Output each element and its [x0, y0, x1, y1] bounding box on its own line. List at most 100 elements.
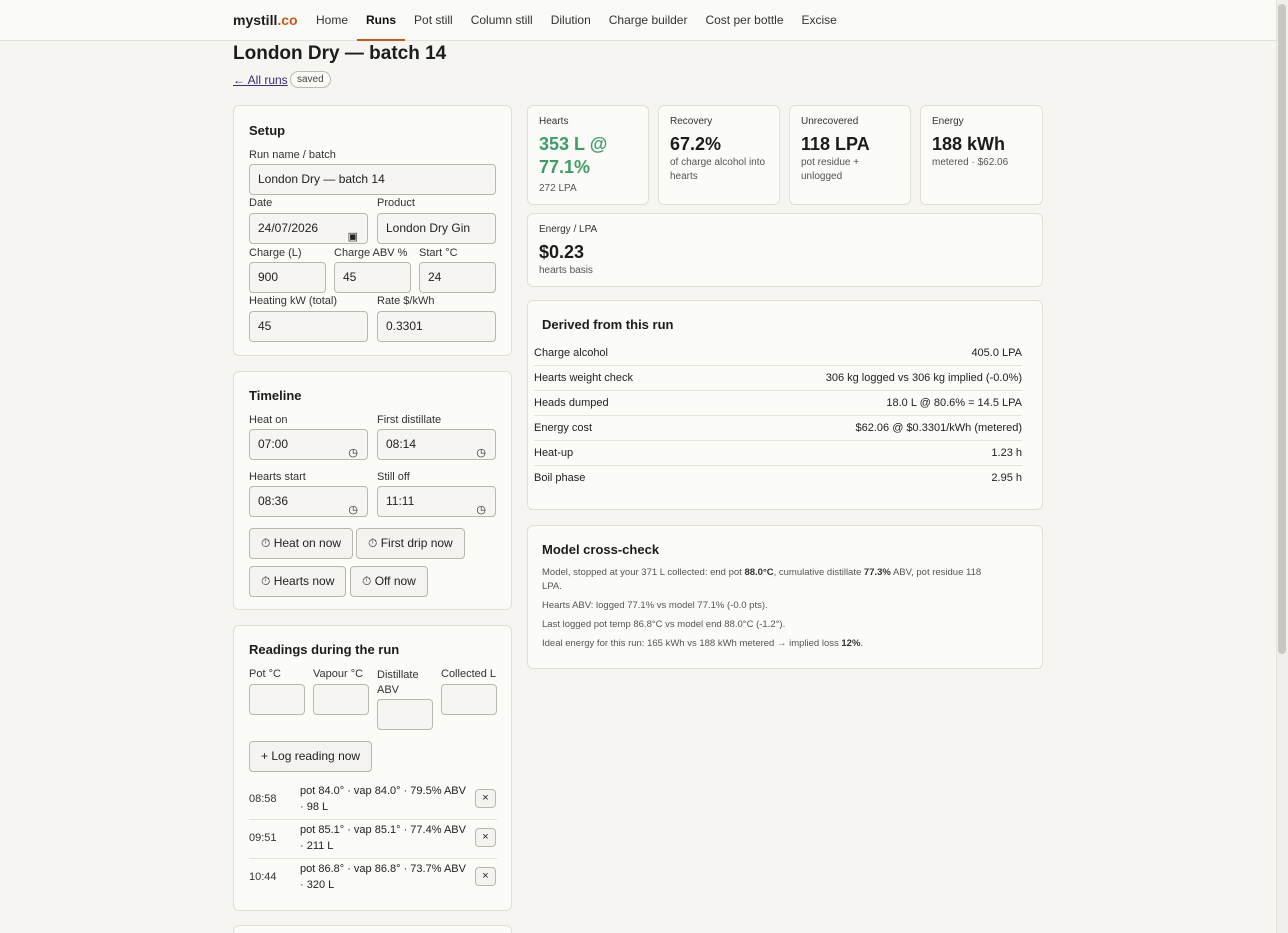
timeline-card: Timeline Heat on 07:00 ◷ First distillat…: [233, 371, 512, 610]
hearts-stat-sub: 272 LPA: [539, 183, 577, 194]
clock-icon[interactable]: ◷: [476, 496, 486, 525]
model-text: Model, stopped at your 371 L collected: …: [542, 567, 745, 578]
unrecovered-sub-line2: unlogged: [801, 171, 843, 182]
readings-card: Readings during the run Pot °C Vapour °C…: [233, 625, 512, 911]
hearts-start-value: 08:36: [258, 494, 289, 508]
date-label: Date: [249, 197, 273, 209]
date-input[interactable]: 24/07/2026 ▣: [249, 213, 368, 244]
off-now-button[interactable]: ⏱ Off now: [350, 566, 428, 597]
nav-excise[interactable]: Excise: [793, 0, 846, 40]
unrecovered-stat-card: Unrecovered 118 LPA pot residue + unlogge…: [789, 105, 911, 205]
page-scrollbar[interactable]: [1276, 0, 1288, 933]
energy-stat-label: Energy: [932, 116, 964, 127]
hearts-stat-value: 353 L @ 77.1%: [539, 133, 607, 179]
setup-card: Setup Run name / batch London Dry — batc…: [233, 105, 512, 356]
pot-c-input[interactable]: [249, 684, 305, 715]
charge-abv-label: Charge ABV %: [334, 247, 408, 259]
reading-text: pot 86.8° · vap 86.8° · 73.7% ABV · 320 …: [300, 863, 466, 891]
all-runs-link[interactable]: ← All runs: [233, 73, 288, 87]
rate-input[interactable]: 0.3301: [377, 311, 496, 342]
energy-per-lpa-card: Energy / LPA $0.23 hearts basis: [527, 213, 1043, 287]
vapour-c-input[interactable]: [313, 684, 369, 715]
run-name-label: Run name / batch: [249, 149, 336, 161]
nav-pot-still[interactable]: Pot still: [405, 0, 462, 40]
clock-icon[interactable]: ◷: [348, 439, 358, 468]
hearts-start-input[interactable]: 08:36 ◷: [249, 486, 368, 517]
energy-stat-value: 188 kWh: [932, 134, 1006, 154]
nav-dilution[interactable]: Dilution: [542, 0, 600, 40]
still-off-label: Still off: [377, 471, 410, 483]
heat-on-value: 07:00: [258, 437, 289, 451]
hearts-now-button[interactable]: ⏱ Hearts now: [249, 566, 347, 597]
derived-value: 18.0 L @ 80.6% = 14.5 LPA: [886, 397, 1022, 409]
row-divider: [249, 858, 497, 859]
start-c-input[interactable]: 24: [419, 262, 496, 293]
heating-kw-input[interactable]: 45: [249, 311, 368, 342]
derived-row-heat-up: Heat-up 1.23 h: [534, 441, 1022, 466]
product-label: Product: [377, 197, 415, 209]
energy-per-lpa-value: $0.23: [539, 242, 585, 262]
energy-per-lpa-sub: hearts basis: [539, 265, 593, 276]
nav-home[interactable]: Home: [316, 0, 357, 40]
still-off-input[interactable]: 11:11 ◷: [377, 486, 496, 517]
derived-row-energy-cost: Energy cost $62.06 @ $0.3301/kWh (metered…: [534, 416, 1022, 441]
row-divider: [249, 819, 497, 820]
hearts-start-label: Hearts start: [249, 471, 306, 483]
charge-abv-input[interactable]: 45: [334, 262, 411, 293]
readings-heading: Readings during the run: [249, 642, 400, 657]
model-text: Ideal energy for this run: 165 kWh vs 18…: [542, 638, 842, 649]
distillate-abv-label: Distillate ABV: [377, 668, 419, 698]
page-title: London Dry — batch 14: [233, 43, 447, 64]
recovery-stat-value: 67.2%: [670, 134, 722, 154]
model-implied-loss: 12%: [841, 638, 861, 649]
energy-per-lpa-label: Energy / LPA: [539, 224, 598, 235]
unrecovered-stat-label: Unrecovered: [801, 116, 859, 127]
log-reading-button[interactable]: + Log reading now: [249, 741, 373, 772]
pot-c-label: Pot °C: [249, 668, 281, 680]
distillate-abv-input[interactable]: [377, 699, 433, 730]
timeline-heading: Timeline: [249, 388, 302, 403]
derived-key: Heads dumped: [534, 397, 609, 409]
clock-icon[interactable]: ◷: [348, 496, 358, 525]
nav-links: Home Runs Pot still Column still Dilutio…: [316, 0, 846, 41]
run-name-input[interactable]: London Dry — batch 14: [249, 164, 496, 195]
recovery-stat-label: Recovery: [670, 116, 713, 127]
derived-key: Hearts weight check: [534, 372, 634, 384]
remove-reading-button[interactable]: ×: [475, 828, 496, 847]
start-c-label: Start °C: [419, 247, 458, 259]
product-input[interactable]: London Dry Gin: [377, 213, 496, 244]
date-value: 24/07/2026: [258, 221, 319, 235]
model-line-pot-temp: Last logged pot temp 86.8°C vs model end…: [542, 619, 786, 630]
scrollbar-thumb[interactable]: [1278, 4, 1286, 654]
setup-heading: Setup: [249, 123, 286, 138]
remove-reading-button[interactable]: ×: [475, 867, 496, 886]
heat-on-input[interactable]: 07:00 ◷: [249, 429, 368, 460]
unrecovered-stat-sub: pot residue + unlogged: [801, 156, 859, 184]
unrecovered-stat-value: 118 LPA: [801, 134, 870, 154]
model-heading: Model cross-check: [542, 542, 660, 557]
recovery-stat-card: Recovery 67.2% of charge alcohol into hea…: [658, 105, 780, 205]
nav-cost-per-bottle[interactable]: Cost per bottle: [696, 0, 792, 40]
charge-l-input[interactable]: 900: [249, 262, 326, 293]
heat-on-now-button[interactable]: ⏱ Heat on now: [249, 528, 354, 559]
brand-logo[interactable]: mystill.co: [233, 12, 298, 28]
nav-runs[interactable]: Runs: [357, 0, 406, 41]
unrecovered-sub-line1: pot residue +: [801, 157, 860, 168]
first-drip-now-button[interactable]: ⏱ First drip now: [356, 528, 465, 559]
energy-stat-card: Energy 188 kWh metered · $62.06: [920, 105, 1043, 205]
nav-charge-builder[interactable]: Charge builder: [600, 0, 697, 40]
brand-name: mystill: [233, 12, 278, 28]
collected-l-input[interactable]: [441, 684, 497, 715]
model-text: .: [860, 638, 864, 649]
vapour-c-label: Vapour °C: [313, 668, 364, 680]
hearts-abv: 77.1%: [539, 157, 591, 177]
nav-column-still[interactable]: Column still: [462, 0, 542, 40]
first-distillate-input[interactable]: 08:14 ◷: [377, 429, 496, 460]
reading-time: 10:44: [249, 871, 277, 883]
reading-text: pot 85.1° · vap 85.1° · 77.4% ABV · 211 …: [300, 824, 466, 852]
recovery-stat-sub: of charge alcohol into hearts: [670, 156, 765, 184]
remove-reading-button[interactable]: ×: [475, 789, 496, 808]
model-text: ABV, pot residue 118: [890, 567, 982, 578]
model-card: Model cross-check Model, stopped at your…: [527, 525, 1043, 669]
clock-icon[interactable]: ◷: [476, 439, 486, 468]
